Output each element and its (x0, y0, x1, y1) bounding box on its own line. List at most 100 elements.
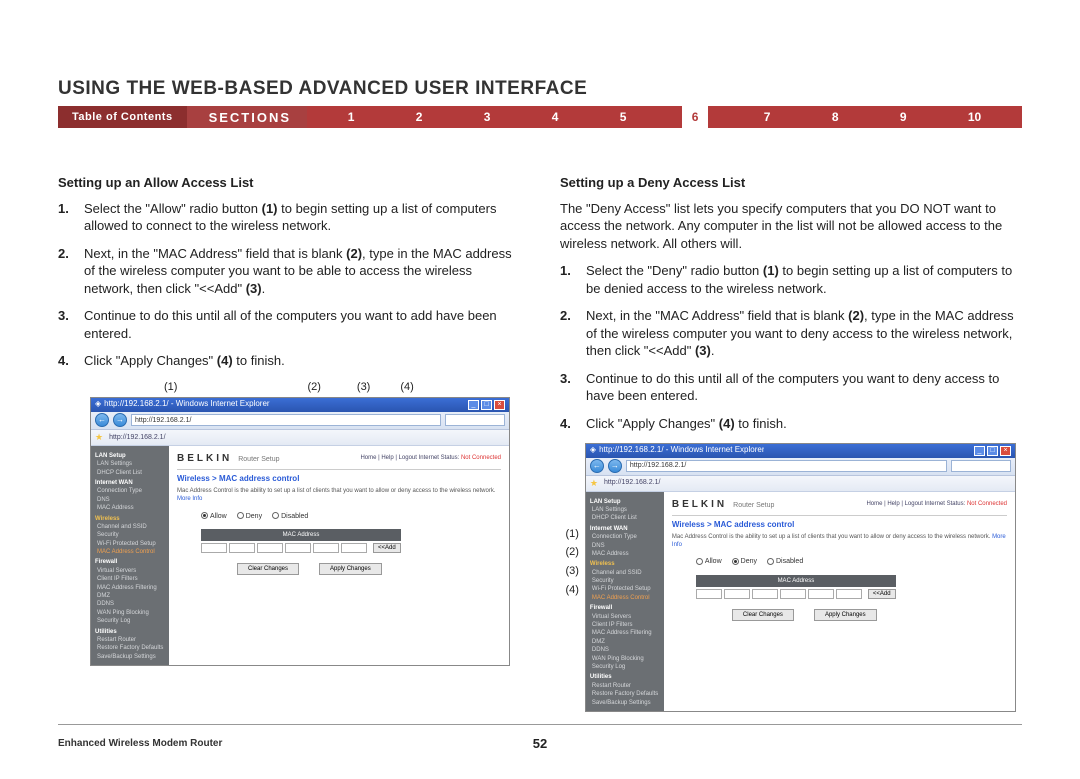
sidebar-item[interactable]: MAC Address Filtering (97, 584, 165, 592)
minimize-icon[interactable]: _ (974, 446, 985, 456)
sidebar-item[interactable]: DMZ (592, 638, 660, 646)
sidebar-item[interactable]: Security Log (97, 617, 165, 625)
sidebar-item[interactable]: Channel and SSID (97, 523, 165, 531)
sidebar-item[interactable]: Security Log (592, 663, 660, 671)
search-box[interactable] (951, 460, 1011, 472)
sidebar-item[interactable]: LAN Settings (592, 506, 660, 514)
tab-label[interactable]: http://192.168.2.1/ (109, 433, 165, 442)
sidebar-item[interactable]: Restart Router (592, 682, 660, 690)
brand-subtitle: Router Setup (238, 456, 279, 463)
router-sidebar: LAN Setup LAN Settings DHCP Client List … (91, 446, 169, 665)
add-button[interactable]: <<Add (373, 543, 401, 553)
forward-icon[interactable]: → (113, 413, 127, 427)
sidebar-item[interactable]: Virtual Servers (592, 613, 660, 621)
section-link-7[interactable]: 7 (758, 110, 777, 124)
sidebar-item[interactable]: MAC Address (592, 550, 660, 558)
sidebar-item[interactable]: Security (97, 531, 165, 539)
deny-radio[interactable] (237, 512, 244, 519)
sidebar-item[interactable]: Restore Factory Defaults (97, 644, 165, 652)
mac-field[interactable] (341, 543, 367, 553)
sidebar-item[interactable]: WAN Ping Blocking (97, 609, 165, 617)
tab-label[interactable]: http://192.168.2.1/ (604, 478, 660, 487)
section-link-4[interactable]: 4 (546, 110, 565, 124)
sidebar-item[interactable]: DNS (592, 542, 660, 550)
sidebar-item[interactable]: Connection Type (97, 487, 165, 495)
step-text: Continue to do this until all of the com… (84, 307, 520, 342)
sidebar-item-active[interactable]: MAC Address Control (97, 548, 165, 556)
sidebar-item[interactable]: Security (592, 577, 660, 585)
section-link-2[interactable]: 2 (410, 110, 429, 124)
sidebar-item[interactable]: MAC Address (97, 504, 165, 512)
maximize-icon[interactable]: □ (987, 446, 998, 456)
section-link-3[interactable]: 3 (478, 110, 497, 124)
sidebar-item[interactable]: DNS (97, 496, 165, 504)
section-link-8[interactable]: 8 (826, 110, 845, 124)
sidebar-item[interactable]: Client IP Filters (97, 575, 165, 583)
close-icon[interactable]: × (494, 400, 505, 410)
step-text: to finish. (233, 353, 285, 368)
mac-field[interactable] (780, 589, 806, 599)
sidebar-item[interactable]: MAC Address Filtering (592, 629, 660, 637)
step-text: Click "Apply Changes" (84, 353, 217, 368)
deny-radio[interactable] (732, 558, 739, 565)
sidebar-item[interactable]: Virtual Servers (97, 567, 165, 575)
mac-field[interactable] (724, 589, 750, 599)
sidebar-item[interactable]: Channel and SSID (592, 569, 660, 577)
back-icon[interactable]: ← (590, 459, 604, 473)
add-button[interactable]: <<Add (868, 589, 896, 599)
mac-field[interactable] (752, 589, 778, 599)
apply-changes-button[interactable]: Apply Changes (814, 609, 877, 621)
forward-icon[interactable]: → (608, 459, 622, 473)
mac-field[interactable] (808, 589, 834, 599)
mac-field[interactable] (285, 543, 311, 553)
section-link-9[interactable]: 9 (894, 110, 913, 124)
sidebar-item[interactable]: Wi-Fi Protected Setup (592, 585, 660, 593)
sidebar-item[interactable]: DDNS (97, 600, 165, 608)
mac-field[interactable] (201, 543, 227, 553)
sidebar-item[interactable]: DMZ (97, 592, 165, 600)
back-icon[interactable]: ← (95, 413, 109, 427)
sidebar-item[interactable]: Save/Backup Settings (592, 699, 660, 707)
sidebar-item[interactable]: Restore Factory Defaults (592, 690, 660, 698)
search-box[interactable] (445, 414, 505, 426)
apply-changes-button[interactable]: Apply Changes (319, 563, 382, 575)
sidebar-item-active[interactable]: MAC Address Control (592, 594, 660, 602)
allow-radio[interactable] (696, 558, 703, 565)
maximize-icon[interactable]: □ (481, 400, 492, 410)
favorites-icon[interactable]: ★ (95, 431, 103, 443)
clear-changes-button[interactable]: Clear Changes (732, 609, 794, 621)
sidebar-item[interactable]: DHCP Client List (592, 514, 660, 522)
disabled-radio[interactable] (272, 512, 279, 519)
sidebar-item[interactable]: DHCP Client List (97, 469, 165, 477)
mac-field[interactable] (257, 543, 283, 553)
section-link-1[interactable]: 1 (342, 110, 361, 124)
section-link-10[interactable]: 10 (962, 110, 987, 124)
address-bar[interactable]: http://192.168.2.1/ (626, 460, 947, 472)
step-ref: (1) (763, 263, 779, 278)
section-link-6[interactable]: 6 (682, 106, 709, 128)
more-info-link[interactable]: More Info (177, 496, 202, 502)
sidebar-item[interactable]: LAN Settings (97, 460, 165, 468)
minimize-icon[interactable]: _ (468, 400, 479, 410)
close-icon[interactable]: × (1000, 446, 1011, 456)
sidebar-item[interactable]: Wi-Fi Protected Setup (97, 540, 165, 548)
mac-field[interactable] (313, 543, 339, 553)
sidebar-item[interactable]: DDNS (592, 646, 660, 654)
allow-radio[interactable] (201, 512, 208, 519)
step-number: 2. (58, 245, 84, 298)
sidebar-item[interactable]: Save/Backup Settings (97, 653, 165, 661)
address-bar[interactable]: http://192.168.2.1/ (131, 414, 441, 426)
step-text: Click "Apply Changes" (586, 416, 719, 431)
mac-field[interactable] (229, 543, 255, 553)
section-link-5[interactable]: 5 (614, 110, 633, 124)
mac-field[interactable] (836, 589, 862, 599)
toc-link[interactable]: Table of Contents (58, 106, 187, 128)
sidebar-item[interactable]: WAN Ping Blocking (592, 655, 660, 663)
sidebar-item[interactable]: Client IP Filters (592, 621, 660, 629)
favorites-icon[interactable]: ★ (590, 477, 598, 489)
sidebar-item[interactable]: Restart Router (97, 636, 165, 644)
mac-field[interactable] (696, 589, 722, 599)
sidebar-item[interactable]: Connection Type (592, 533, 660, 541)
clear-changes-button[interactable]: Clear Changes (237, 563, 299, 575)
disabled-radio[interactable] (767, 558, 774, 565)
